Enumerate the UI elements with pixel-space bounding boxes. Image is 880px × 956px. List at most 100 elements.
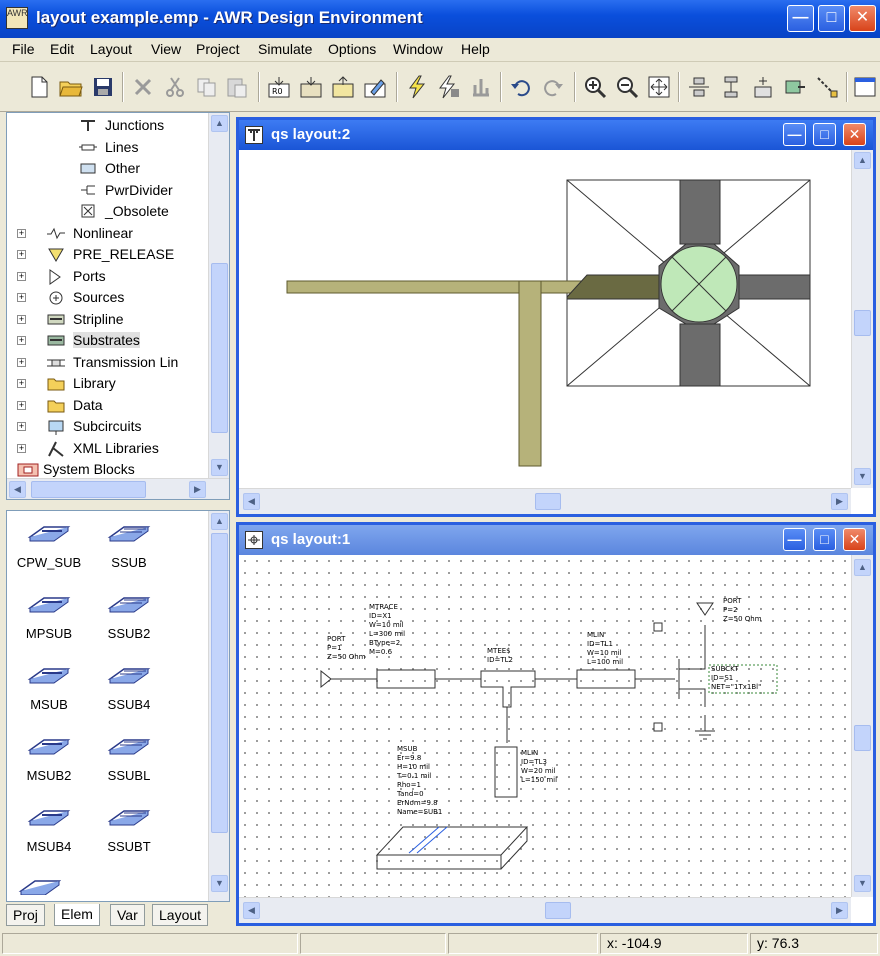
open-folder-icon[interactable] — [58, 74, 84, 100]
layout-close-button[interactable]: ✕ — [843, 123, 866, 146]
expand-icon[interactable]: + — [17, 293, 26, 302]
scroll-up-icon[interactable]: ▲ — [211, 115, 228, 132]
layout-horizontal-scrollbar[interactable]: ◀ ▶ — [239, 488, 851, 514]
element-item[interactable]: SSUBT — [89, 803, 169, 854]
scroll-thumb[interactable] — [545, 902, 571, 919]
element-item[interactable]: CPW_SUB — [9, 519, 89, 570]
mlin1-element[interactable] — [576, 669, 636, 689]
port2-symbol[interactable] — [696, 602, 714, 616]
layout-import-icon[interactable] — [330, 74, 356, 100]
scroll-down-icon[interactable]: ▼ — [211, 459, 228, 476]
layout-cell-icon[interactable]: R0 — [266, 74, 292, 100]
scroll-left-icon[interactable]: ◀ — [243, 493, 260, 510]
tree-item[interactable]: +System Blocks — [7, 460, 207, 480]
scroll-down-icon[interactable]: ▼ — [854, 468, 871, 485]
port1-symbol[interactable] — [320, 669, 332, 689]
schematic-maximize-button[interactable]: □ — [813, 528, 836, 551]
scroll-thumb[interactable] — [854, 725, 871, 751]
layout-edit-icon[interactable] — [362, 74, 388, 100]
scroll-down-icon[interactable]: ▼ — [211, 875, 228, 892]
expand-icon[interactable]: + — [17, 314, 26, 324]
expand-icon[interactable]: + — [17, 422, 26, 431]
element-item[interactable]: SSUB — [89, 519, 169, 570]
new-file-icon[interactable] — [26, 74, 52, 100]
scroll-thumb[interactable] — [31, 481, 146, 498]
tree-item[interactable]: PwrDivider — [7, 181, 207, 201]
expand-icon[interactable]: + — [17, 336, 26, 345]
taper-trace[interactable] — [566, 274, 660, 300]
expand-icon[interactable]: + — [17, 357, 26, 367]
delete-icon[interactable] — [130, 74, 156, 100]
vertical-stub-trace[interactable] — [518, 280, 542, 467]
menu-simulate[interactable]: Simulate — [258, 41, 312, 57]
menu-file[interactable]: File — [12, 41, 35, 57]
element-partial[interactable] — [0, 873, 79, 895]
scroll-left-icon[interactable]: ◀ — [9, 481, 26, 498]
tree-horizontal-scrollbar[interactable]: ◀ ▶ — [7, 478, 229, 499]
mtee-element[interactable] — [480, 670, 536, 708]
element-item[interactable]: MSUB2 — [9, 732, 89, 783]
optimize-icon[interactable] — [468, 74, 494, 100]
tree-item[interactable]: + Stripline — [7, 310, 207, 330]
scroll-right-icon[interactable]: ▶ — [189, 481, 206, 498]
copy-icon[interactable] — [194, 74, 220, 100]
tree-item[interactable]: Junctions — [7, 116, 207, 136]
simulate-icon[interactable] — [404, 74, 430, 100]
menu-edit[interactable]: Edit — [50, 41, 74, 57]
zoom-in-icon[interactable] — [582, 74, 608, 100]
schematic-close-button[interactable]: ✕ — [843, 528, 866, 551]
zoom-out-icon[interactable] — [614, 74, 640, 100]
scroll-down-icon[interactable]: ▼ — [854, 875, 871, 892]
tree-item[interactable]: + Subcircuits — [7, 417, 207, 437]
redo-icon[interactable] — [540, 74, 566, 100]
scroll-right-icon[interactable]: ▶ — [831, 902, 848, 919]
scroll-left-icon[interactable]: ◀ — [243, 902, 260, 919]
tree-item[interactable]: + Library — [7, 374, 207, 394]
scroll-up-icon[interactable]: ▲ — [854, 559, 871, 576]
tab-elem[interactable]: Elem — [54, 904, 100, 926]
layout-maximize-button[interactable]: □ — [813, 123, 836, 146]
tune-icon[interactable] — [436, 74, 462, 100]
mtrace-element[interactable] — [376, 669, 436, 689]
expand-icon[interactable]: + — [17, 228, 26, 238]
view-all-icon[interactable] — [646, 74, 672, 100]
expand-icon[interactable]: + — [17, 379, 26, 388]
scroll-thumb[interactable] — [211, 533, 228, 833]
menu-project[interactable]: Project — [196, 41, 240, 57]
tree-item[interactable]: _Obsolete — [7, 202, 207, 222]
scroll-up-icon[interactable]: ▲ — [211, 513, 228, 530]
element-item[interactable]: MSUB4 — [9, 803, 89, 854]
menu-view[interactable]: View — [151, 41, 181, 57]
element-item[interactable]: MSUB — [9, 661, 89, 712]
tree-item[interactable]: Other — [7, 159, 207, 179]
window-layout-icon[interactable] — [852, 74, 878, 100]
layout-export-icon[interactable] — [298, 74, 324, 100]
scroll-right-icon[interactable]: ▶ — [831, 493, 848, 510]
scroll-up-icon[interactable]: ▲ — [854, 152, 871, 169]
tree-item[interactable]: Lines — [7, 138, 207, 158]
tree-item[interactable]: + XML Libraries — [7, 439, 207, 459]
tab-proj[interactable]: Proj — [6, 904, 45, 926]
schematic-vertical-scrollbar[interactable]: ▲ ▼ — [851, 555, 873, 897]
cut-icon[interactable] — [162, 74, 188, 100]
scroll-thumb[interactable] — [211, 263, 228, 433]
menu-options[interactable]: Options — [328, 41, 376, 57]
scroll-thumb[interactable] — [535, 493, 561, 510]
menu-help[interactable]: Help — [461, 41, 490, 57]
paste-icon[interactable] — [224, 74, 250, 100]
layout-vertical-scrollbar[interactable]: ▲ ▼ — [851, 150, 873, 488]
expand-icon[interactable]: + — [17, 250, 26, 259]
tab-var[interactable]: Var — [110, 904, 145, 926]
distribute-icon[interactable] — [718, 74, 744, 100]
ground-symbol[interactable] — [695, 715, 715, 740]
undo-icon[interactable] — [508, 74, 534, 100]
tree-item[interactable]: + Sources — [7, 288, 207, 308]
maximize-button[interactable]: □ — [818, 5, 845, 32]
close-button[interactable]: ✕ — [849, 5, 876, 32]
app-icon[interactable]: AWR — [6, 7, 28, 29]
element-item[interactable]: SSUBL — [89, 732, 169, 783]
route-icon[interactable] — [814, 74, 840, 100]
subckt-element[interactable] — [678, 653, 706, 707]
element-item[interactable]: SSUB4 — [89, 661, 169, 712]
menu-window[interactable]: Window — [393, 41, 443, 57]
